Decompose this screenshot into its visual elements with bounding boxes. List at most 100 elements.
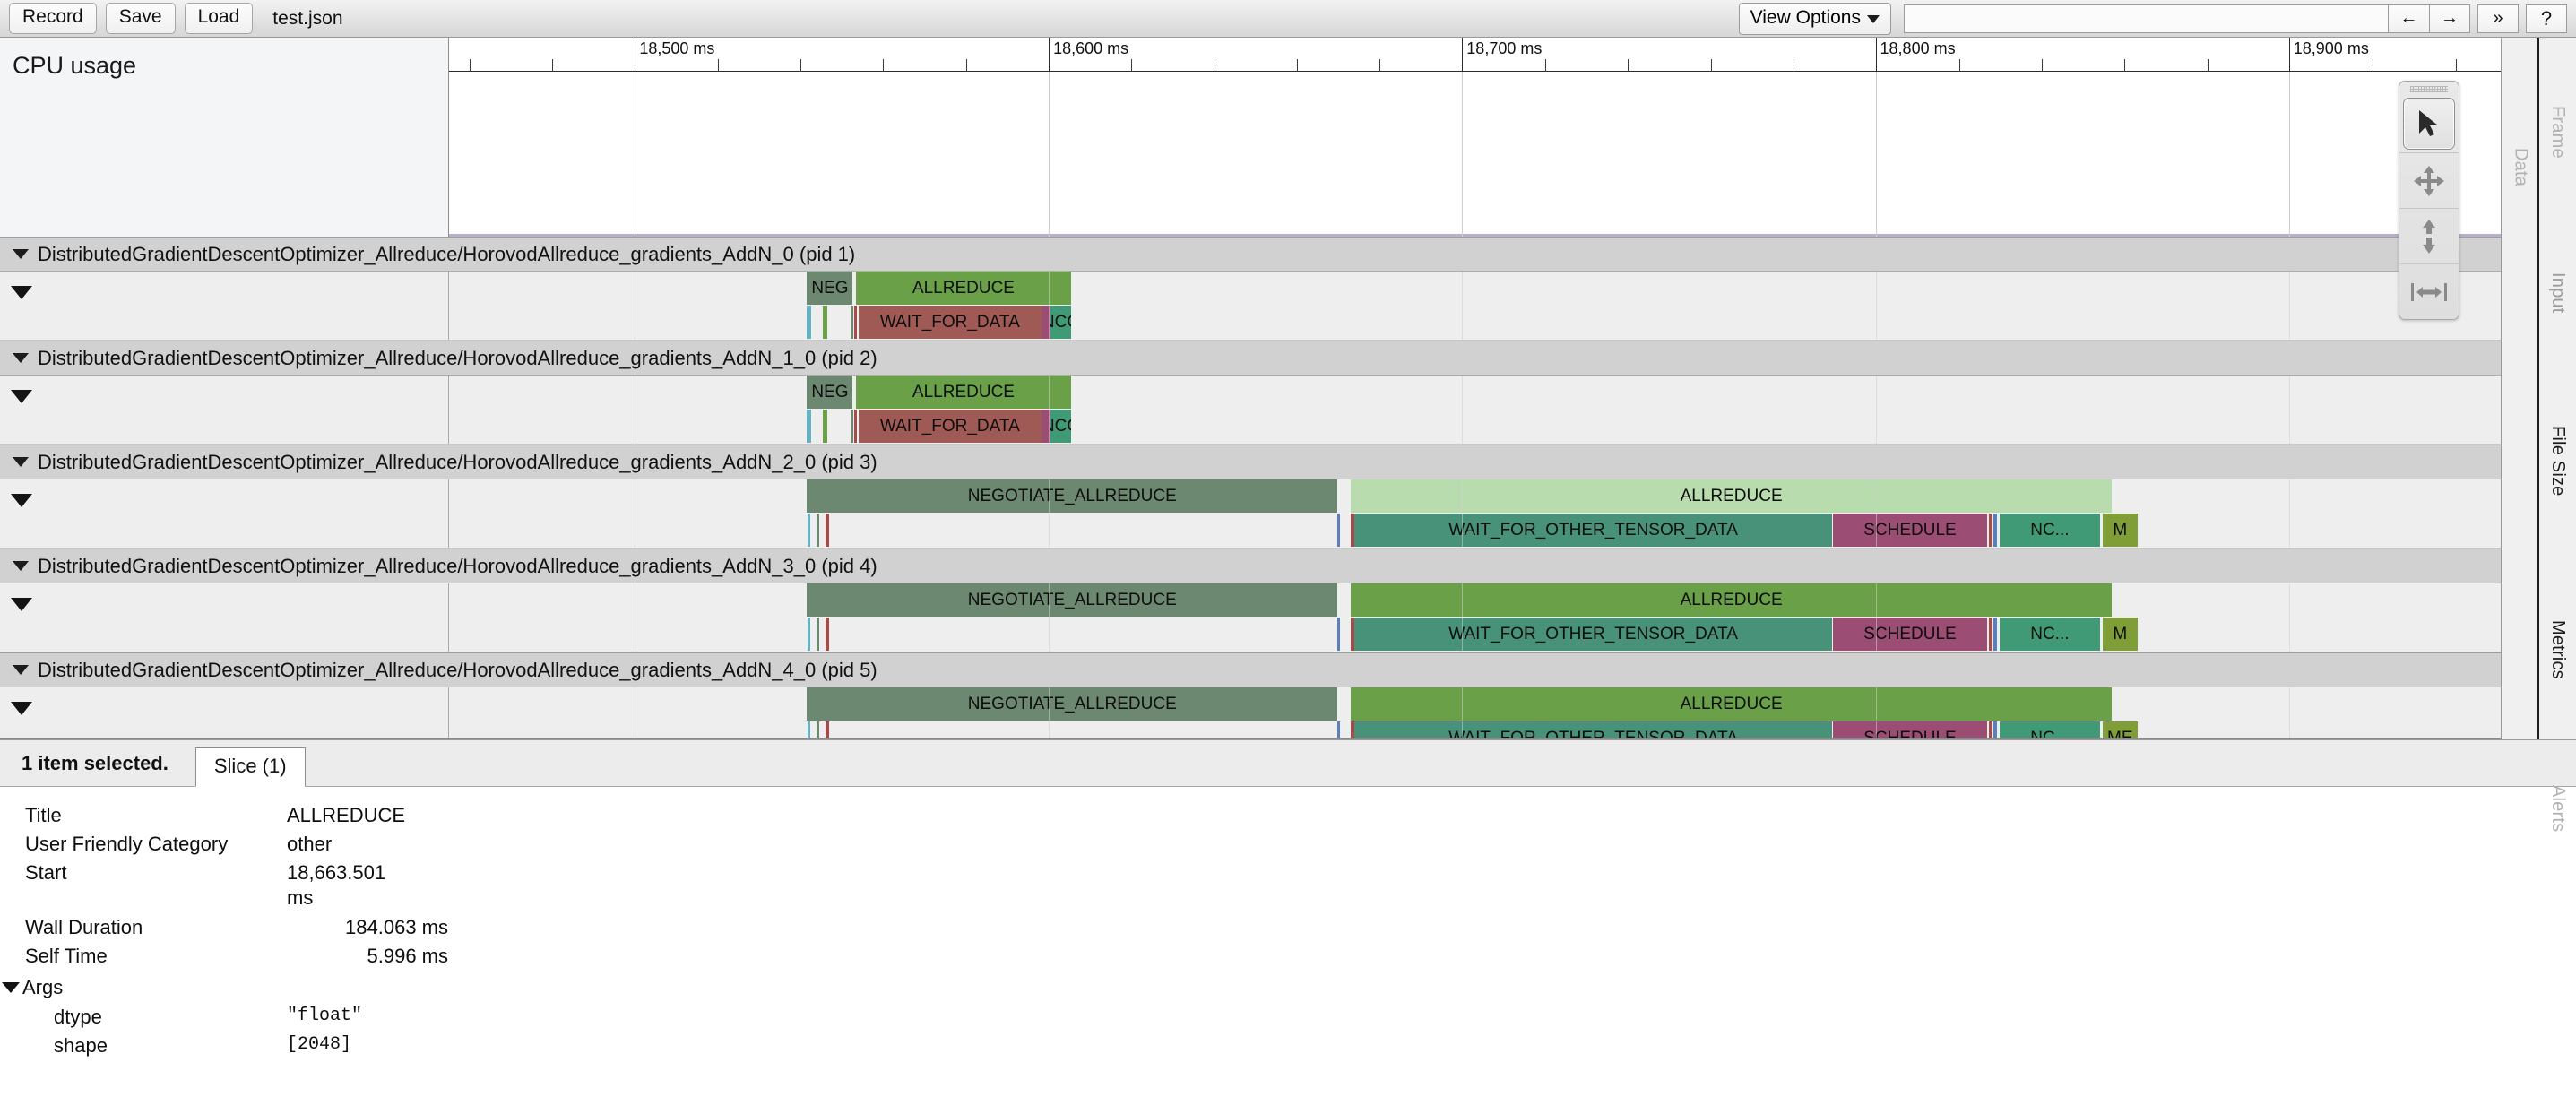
slice[interactable] <box>854 410 857 443</box>
view-options-button[interactable]: View Options <box>1739 3 1891 35</box>
slice[interactable]: ALLREDUCE <box>1351 583 2112 617</box>
slice[interactable]: WAIT_FOR_DATA <box>859 306 1042 339</box>
thread-track-row[interactable]: NEGALLREDUCEWAIT_FOR_DATA NCC <box>0 272 2501 341</box>
slice[interactable] <box>807 410 810 443</box>
process-header[interactable]: DistributedGradientDescentOptimizer_Allr… <box>0 445 2501 479</box>
slice[interactable]: ALLREDUCE <box>856 376 1070 409</box>
zoom-tool-button[interactable] <box>2399 208 2459 263</box>
slice[interactable] <box>807 306 810 339</box>
slice[interactable] <box>1337 721 1340 739</box>
save-button[interactable]: Save <box>106 3 176 33</box>
side-tab-input[interactable]: Input <box>2539 230 2576 356</box>
slice[interactable]: ALLREDUCE <box>1351 479 2112 513</box>
side-tab-data[interactable]: Data <box>2502 65 2539 271</box>
thread-track-row[interactable]: NEGOTIATE_ALLREDUCE ALLREDUCEWAIT_FOR_OTH… <box>0 479 2501 548</box>
slice-canvas[interactable]: NEGALLREDUCEWAIT_FOR_DATA NCC <box>448 376 2501 444</box>
slice[interactable] <box>817 721 819 739</box>
slice[interactable]: SCHEDULE <box>1833 618 1987 651</box>
slice[interactable]: WAIT_FOR_OTHER_TENSOR_DATA <box>1354 618 1832 651</box>
tool-palette[interactable] <box>2399 81 2459 320</box>
slice[interactable] <box>1337 514 1340 547</box>
time-ruler[interactable]: 18,500 ms18,600 ms18,700 ms18,800 ms18,9… <box>449 38 2501 72</box>
slice[interactable]: NEGOTIATE_ALLREDUCE <box>807 687 1337 721</box>
search-prev-button[interactable]: ← <box>2388 4 2429 33</box>
slice[interactable] <box>1989 721 1993 739</box>
palette-drag-handle[interactable] <box>2399 83 2459 95</box>
thread-track-row[interactable]: NEGOTIATE_ALLREDUCE ALLREDUCEWAIT_FOR_OTH… <box>0 583 2501 652</box>
args-expand-triangle-icon[interactable] <box>2 982 20 993</box>
collapse-triangle-icon[interactable] <box>13 353 29 363</box>
slice[interactable] <box>808 618 810 651</box>
process-header[interactable]: DistributedGradientDescentOptimizer_Allr… <box>0 652 2501 687</box>
search-more-button[interactable]: » <box>2477 4 2519 33</box>
load-button[interactable]: Load <box>185 3 254 33</box>
slice-canvas[interactable]: NEGOTIATE_ALLREDUCE ALLREDUCEWAIT_FOR_OTH… <box>448 479 2501 548</box>
slice[interactable] <box>817 514 819 547</box>
slice[interactable]: SCHEDULE <box>1833 514 1987 547</box>
side-tab-frame[interactable]: Frame <box>2539 56 2576 208</box>
collapse-triangle-icon[interactable] <box>13 665 29 675</box>
slice[interactable] <box>808 721 810 739</box>
slice[interactable] <box>1993 618 1997 651</box>
record-button[interactable]: Record <box>9 3 97 33</box>
slice[interactable]: ALLREDUCE <box>1351 687 2112 721</box>
slice[interactable]: M <box>2103 618 2138 651</box>
slice[interactable]: M <box>2103 514 2138 547</box>
slice[interactable]: NEG <box>807 272 852 305</box>
slice[interactable] <box>823 306 827 339</box>
slice[interactable]: NCC <box>1050 306 1070 339</box>
slice[interactable]: WAIT_FOR_OTHER_TENSOR_DATA <box>1354 721 1832 739</box>
track-area[interactable]: CPU usage 18,500 ms18,600 ms18,700 ms18,… <box>0 38 2501 739</box>
slice[interactable] <box>1337 618 1340 651</box>
slice[interactable] <box>1993 721 1997 739</box>
thread-collapse-triangle-icon[interactable] <box>11 598 32 611</box>
slice[interactable] <box>1989 514 1993 547</box>
side-tab-file-size[interactable]: File Size <box>2539 365 2576 557</box>
slice[interactable]: NC... <box>2000 721 2101 739</box>
slice[interactable]: WAIT_FOR_OTHER_TENSOR_DATA <box>1354 514 1832 547</box>
select-tool-button[interactable] <box>2403 98 2455 150</box>
slice[interactable] <box>854 306 857 339</box>
slice[interactable]: ME <box>2103 721 2138 739</box>
slice[interactable]: SCHEDULE <box>1833 721 1987 739</box>
slice[interactable]: NEGOTIATE_ALLREDUCE <box>807 479 1337 513</box>
slice[interactable] <box>826 721 829 739</box>
slice[interactable] <box>826 514 829 547</box>
timeline-pane[interactable]: 18,500 ms18,600 ms18,700 ms18,800 ms18,9… <box>448 38 2501 237</box>
collapse-triangle-icon[interactable] <box>13 249 29 259</box>
help-button[interactable]: ? <box>2526 4 2567 33</box>
search-next-button[interactable]: → <box>2429 4 2470 33</box>
pan-tool-button[interactable] <box>2399 152 2459 208</box>
slice[interactable]: NC... <box>2000 514 2101 547</box>
slice[interactable]: NEG <box>807 376 852 409</box>
slice[interactable] <box>1989 618 1993 651</box>
collapse-triangle-icon[interactable] <box>13 457 29 467</box>
thread-track-row[interactable]: NEGOTIATE_ALLREDUCE ALLREDUCEWAIT_FOR_OTH… <box>0 687 2501 739</box>
slice[interactable]: ALLREDUCE <box>856 272 1070 305</box>
process-header[interactable]: DistributedGradientDescentOptimizer_Allr… <box>0 237 2501 272</box>
collapse-triangle-icon[interactable] <box>13 561 29 571</box>
thread-track-row[interactable]: NEGALLREDUCEWAIT_FOR_DATA NCC <box>0 376 2501 445</box>
slice[interactable] <box>823 410 827 443</box>
slice[interactable] <box>1351 721 1354 739</box>
thread-collapse-triangle-icon[interactable] <box>11 286 32 299</box>
slice[interactable] <box>808 514 810 547</box>
slice[interactable] <box>1351 618 1354 651</box>
slice[interactable]: NC... <box>2000 618 2101 651</box>
slice[interactable] <box>851 306 853 339</box>
side-tab-alerts[interactable]: Alerts <box>2539 741 2576 876</box>
slice[interactable] <box>1993 514 1997 547</box>
search-input[interactable] <box>1904 4 2388 33</box>
thread-collapse-triangle-icon[interactable] <box>11 494 32 507</box>
thread-collapse-triangle-icon[interactable] <box>11 702 32 715</box>
slice[interactable]: NCC <box>1050 410 1070 443</box>
slice[interactable] <box>817 618 819 651</box>
side-tab-metrics[interactable]: Metrics <box>2539 566 2576 732</box>
slice-canvas[interactable]: NEGOTIATE_ALLREDUCE ALLREDUCEWAIT_FOR_OTH… <box>448 583 2501 652</box>
slice-canvas[interactable]: NEGALLREDUCEWAIT_FOR_DATA NCC <box>448 272 2501 340</box>
slice[interactable]: WAIT_FOR_DATA <box>859 410 1042 443</box>
slice[interactable] <box>851 410 853 443</box>
thread-collapse-triangle-icon[interactable] <box>11 390 32 403</box>
marker-tool-button[interactable] <box>2399 263 2459 319</box>
slice[interactable]: NEGOTIATE_ALLREDUCE <box>807 583 1337 617</box>
